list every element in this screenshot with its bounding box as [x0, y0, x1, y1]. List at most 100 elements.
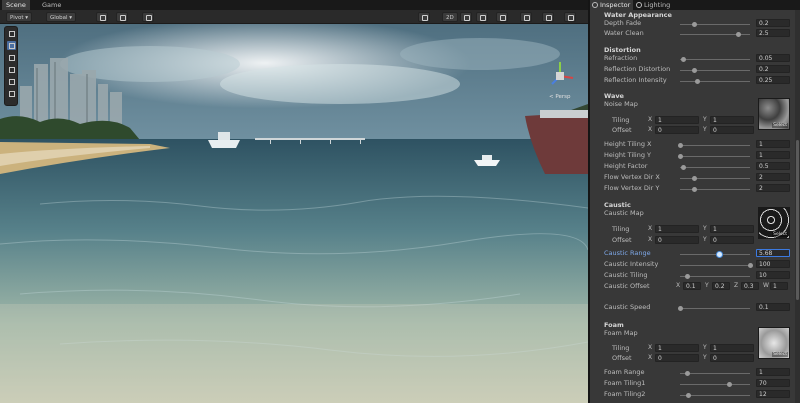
effects-toggle-icon[interactable] [496, 12, 508, 22]
caustic-intensity-track[interactable] [680, 265, 750, 266]
caustic-speed-thumb[interactable] [678, 305, 684, 311]
foam-tiling-x-field[interactable]: 1 [655, 344, 699, 352]
reflection-distortion-track[interactable] [680, 70, 750, 71]
tab-game[interactable]: Game [38, 0, 65, 10]
transform-tool-icon[interactable] [7, 89, 16, 98]
foam-offset-y-field[interactable]: 0 [710, 354, 754, 362]
caustic-range-value[interactable]: 5.68 [756, 249, 790, 257]
noise-tiling-x-field[interactable]: 1 [655, 116, 699, 124]
caustic-offset-x-label: X [676, 282, 681, 289]
caustic-map-select-button[interactable]: Select [772, 232, 788, 237]
flow-vertex-dir-y-value[interactable]: 2 [756, 184, 790, 192]
caustic-intensity-value[interactable]: 100 [756, 260, 790, 268]
noise-offset-x-field[interactable]: 0 [655, 126, 699, 134]
reflection-distortion-thumb[interactable] [691, 67, 697, 73]
flow-vertex-dir-x-value[interactable]: 2 [756, 173, 790, 181]
foam-range-track[interactable] [680, 373, 750, 374]
camera-settings-icon[interactable] [542, 12, 554, 22]
foam-tiling-y-field[interactable]: 1 [710, 344, 754, 352]
height-factor-thumb[interactable] [681, 164, 686, 170]
foam-tiling1-thumb[interactable] [726, 381, 732, 387]
height-tiling-x-thumb[interactable] [677, 142, 683, 148]
height-factor-value[interactable]: 0.5 [756, 162, 790, 170]
pivot-toggle[interactable]: Pivot ▾ [6, 12, 33, 22]
height-tiling-y-value[interactable]: 1 [756, 151, 790, 159]
gizmos-icon[interactable] [564, 12, 576, 22]
scale-tool-icon[interactable] [7, 65, 16, 74]
flow-vertex-dir-y-thumb[interactable] [691, 186, 697, 192]
caustic-tiling-x-field[interactable]: 1 [655, 225, 699, 233]
foam-tiling2-thumb[interactable] [685, 392, 691, 398]
orientation-gizmo[interactable] [540, 56, 580, 96]
caustic-map-texture[interactable]: Select [758, 207, 790, 239]
grid-visibility-icon[interactable] [116, 12, 128, 22]
foam-map-select-button[interactable]: Select [772, 352, 788, 357]
water-clean-value[interactable]: 2.5 [756, 29, 790, 37]
noise-offset-y-field[interactable]: 0 [710, 126, 754, 134]
scene-viewport[interactable]: < Persp [0, 24, 588, 403]
rect-tool-icon[interactable] [7, 77, 16, 86]
reflection-intensity-track[interactable] [680, 81, 750, 82]
refraction-track[interactable] [680, 59, 750, 60]
increment-snap-icon[interactable] [142, 12, 154, 22]
height-tiling-x-track[interactable] [680, 145, 750, 146]
depth-fade-thumb[interactable] [691, 21, 697, 27]
caustic-offset-vec-x[interactable]: 0.1 [683, 282, 701, 290]
height-tiling-y-track[interactable] [680, 156, 750, 157]
depth-fade-track[interactable] [680, 24, 750, 25]
caustic-range-track[interactable] [680, 254, 750, 255]
caustic-speed-value[interactable]: 0.1 [756, 303, 790, 311]
reflection-distortion-value[interactable]: 0.2 [756, 65, 790, 73]
grid-snap-icon[interactable] [96, 12, 108, 22]
foam-tiling1-track[interactable] [680, 384, 750, 385]
noise-tiling-y-field[interactable]: 1 [710, 116, 754, 124]
caustic-tiling-thumb[interactable] [684, 273, 690, 279]
hidden-objects-icon[interactable] [520, 12, 532, 22]
2d-toggle[interactable]: 2D [442, 12, 458, 22]
reflection-intensity-thumb[interactable] [695, 78, 700, 84]
caustic-offset-vec-y[interactable]: 0.2 [712, 282, 730, 290]
caustic-tiling-y-axis: Y [703, 225, 707, 232]
height-factor-track[interactable] [680, 167, 750, 168]
draw-mode-icon[interactable] [418, 12, 430, 22]
height-tiling-x-value[interactable]: 1 [756, 140, 790, 148]
refraction-value[interactable]: 0.05 [756, 54, 790, 62]
audio-toggle-icon[interactable] [476, 12, 488, 22]
caustic-tiling-value[interactable]: 10 [756, 271, 790, 279]
projection-label[interactable]: < Persp [549, 94, 570, 100]
flow-vertex-dir-y-track[interactable] [680, 189, 750, 190]
rotate-tool-icon[interactable] [7, 53, 16, 62]
inspector-scrollbar[interactable] [795, 10, 800, 403]
move-tool-icon[interactable] [7, 41, 16, 50]
foam-range-value[interactable]: 1 [756, 368, 790, 376]
flow-vertex-dir-x-track[interactable] [680, 178, 750, 179]
caustic-offset-vec-z[interactable]: 0.3 [741, 282, 759, 290]
caustic-offset-vec-w[interactable]: 1 [770, 282, 788, 290]
tab-scene[interactable]: Scene [2, 0, 30, 10]
reflection-intensity-value[interactable]: 0.25 [756, 76, 790, 84]
global-toggle[interactable]: Global ▾ [46, 12, 77, 22]
noise-map-select-button[interactable]: Select [772, 123, 788, 128]
water-clean-thumb[interactable] [735, 31, 741, 37]
depth-fade-value[interactable]: 0.2 [756, 19, 790, 27]
lighting-toggle-icon[interactable] [460, 12, 472, 22]
inspector-scrollbar-thumb[interactable] [796, 140, 799, 300]
foam-tiling2-value[interactable]: 12 [756, 390, 790, 398]
caustic-speed-track[interactable] [680, 308, 750, 309]
foam-tiling1-value[interactable]: 70 [756, 379, 790, 387]
caustic-tiling-y-field[interactable]: 1 [710, 225, 754, 233]
caustic-tiling-track[interactable] [680, 276, 750, 277]
caustic-intensity-thumb[interactable] [747, 262, 753, 268]
caustic-offset-x-field[interactable]: 0 [655, 236, 699, 244]
refraction-thumb[interactable] [681, 56, 686, 62]
foam-range-thumb[interactable] [684, 370, 690, 376]
height-tiling-y-thumb[interactable] [677, 153, 683, 159]
scene-view[interactable]: Scene Game Pivot ▾ Global ▾ 2D < Persp [0, 0, 588, 403]
flow-vertex-dir-x-thumb[interactable] [691, 175, 697, 181]
noise-map-texture[interactable]: Select [758, 98, 790, 130]
caustic-offset-y-field[interactable]: 0 [710, 236, 754, 244]
caustic-range-thumb[interactable] [717, 251, 723, 257]
foam-map-texture[interactable]: Select [758, 327, 790, 359]
view-tool-icon[interactable] [7, 29, 16, 38]
foam-offset-x-field[interactable]: 0 [655, 354, 699, 362]
